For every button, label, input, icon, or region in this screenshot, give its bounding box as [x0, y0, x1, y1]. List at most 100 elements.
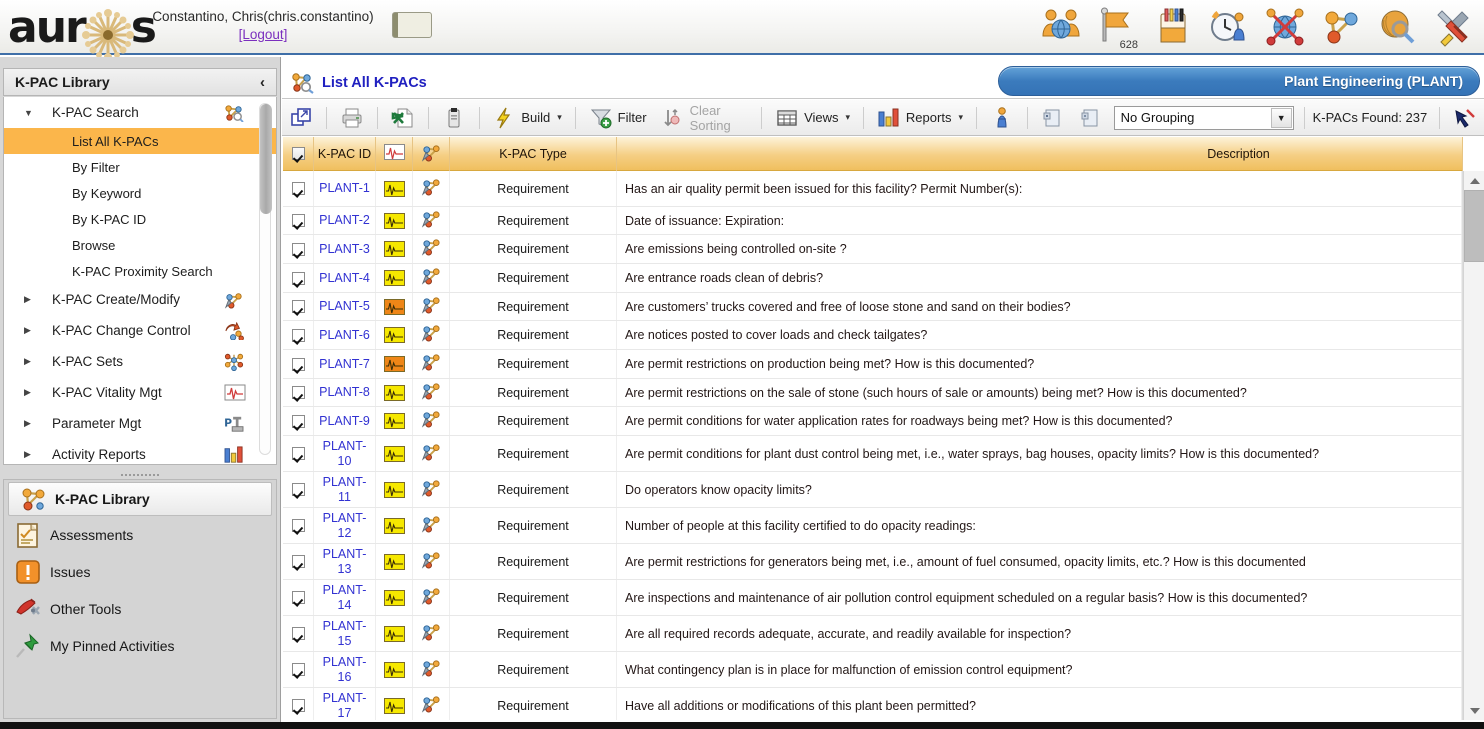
collapse-all-button[interactable] [1072, 103, 1110, 133]
kpac-icon[interactable] [421, 658, 442, 682]
tree-group-activity-reports[interactable]: ▶ Activity Reports [4, 439, 276, 464]
vitality-cell[interactable] [376, 407, 413, 435]
tree-group-kpac-search[interactable]: ▼ K-PAC Search [4, 97, 276, 128]
kpac-id-link[interactable]: PLANT- 12 [323, 511, 367, 540]
row-select-cell[interactable] [283, 321, 314, 349]
chevron-down-icon[interactable]: ▼ [1270, 107, 1292, 128]
kpac-open-cell[interactable] [413, 472, 450, 507]
kpac-icon[interactable] [421, 209, 442, 233]
chevron-down-icon[interactable]: ▾ [958, 112, 963, 123]
vitality-icon[interactable] [383, 327, 405, 343]
kpac-id-cell[interactable]: PLANT- 11 [314, 472, 376, 507]
row-select-cell[interactable] [283, 472, 314, 507]
tree-group-kpac-vitality-mgt[interactable]: ▶ K-PAC Vitality Mgt [4, 377, 276, 408]
clear-sorting-button[interactable]: Clear Sorting [654, 103, 756, 133]
tree-group-kpac-sets[interactable]: ▶ K-PAC Sets [4, 346, 276, 377]
sidebar-item-list-all-kpacs[interactable]: List All K-PACs [4, 128, 276, 154]
expand-all-button[interactable] [1034, 103, 1072, 133]
vitality-cell[interactable] [376, 235, 413, 263]
kpac-icon[interactable] [421, 409, 442, 433]
column-header-kpac[interactable] [413, 136, 450, 171]
row-checkbox[interactable] [291, 182, 305, 195]
kpac-id-link[interactable]: PLANT-2 [319, 213, 370, 227]
tree-group-kpac-change-control[interactable]: ▶ K-PAC Change Control [4, 315, 276, 346]
row-select-cell[interactable] [283, 379, 314, 406]
globe-network-icon[interactable] [1264, 6, 1306, 50]
table-row[interactable]: PLANT- 16 Requirement What contingency plan… [283, 652, 1462, 688]
row-select-cell[interactable] [283, 171, 314, 206]
table-row[interactable]: PLANT- 14 Requirement Are inspections and m… [283, 580, 1462, 616]
table-row[interactable]: PLANT- 11 Requirement Do operators know opa… [283, 472, 1462, 508]
vitality-icon[interactable] [383, 384, 405, 401]
table-row[interactable]: PLANT-6 Requirement Are notices posted to … [283, 321, 1462, 350]
vitality-icon[interactable] [383, 589, 405, 606]
kpac-open-cell[interactable] [413, 207, 450, 234]
sidebar-scroll-thumb[interactable] [260, 104, 272, 214]
row-checkbox[interactable] [291, 447, 305, 460]
kpac-icon[interactable] [421, 622, 442, 646]
row-checkbox[interactable] [291, 271, 305, 285]
table-row[interactable]: PLANT-4 Requirement Are entrance roads cle… [283, 264, 1462, 293]
vitality-icon[interactable] [383, 445, 405, 462]
kpac-icon[interactable] [421, 442, 442, 466]
row-checkbox[interactable] [291, 328, 305, 342]
table-row[interactable]: PLANT- 17 Requirement Have all additions or… [283, 688, 1462, 720]
kpac-open-cell[interactable] [413, 544, 450, 579]
vitality-cell[interactable] [376, 652, 413, 687]
sidebar-nav-other-tools[interactable]: Other Tools [4, 590, 276, 627]
tools-icon[interactable] [1432, 6, 1474, 50]
kpac-open-cell[interactable] [413, 436, 450, 471]
row-select-cell[interactable] [283, 616, 314, 651]
vitality-cell[interactable] [376, 688, 413, 720]
tree-group-kpac-create-modify[interactable]: ▶ K-PAC Create/Modify [4, 284, 276, 315]
kpac-id-cell[interactable]: PLANT-7 [314, 350, 376, 378]
kpac-icon[interactable] [421, 550, 442, 574]
kpac-id-cell[interactable]: PLANT- 14 [314, 580, 376, 615]
vitality-cell[interactable] [376, 264, 413, 292]
kpac-icon[interactable] [421, 237, 442, 261]
kpac-node-icon[interactable] [1320, 6, 1362, 50]
build-button[interactable]: Build ▾ [485, 103, 568, 133]
kpac-open-cell[interactable] [413, 688, 450, 720]
column-header-kpac-type[interactable]: K-PAC Type [450, 136, 617, 171]
person-button[interactable] [983, 103, 1021, 133]
column-header-description[interactable]: Description [617, 136, 1463, 171]
table-row[interactable]: PLANT-3 Requirement Are emissions being co… [283, 235, 1462, 264]
reports-button[interactable]: Reports ▾ [870, 103, 970, 133]
sidebar-item-by-filter[interactable]: By Filter [4, 154, 276, 180]
row-select-cell[interactable] [283, 293, 314, 320]
views-button[interactable]: Views ▾ [768, 103, 857, 133]
kpac-icon[interactable] [421, 694, 442, 718]
kpac-id-link[interactable]: PLANT-7 [319, 357, 370, 371]
kpac-open-cell[interactable] [413, 171, 450, 206]
clear-all-button[interactable] [1446, 103, 1484, 133]
vitality-cell[interactable] [376, 379, 413, 406]
table-row[interactable]: PLANT-8 Requirement Are permit restriction… [283, 379, 1462, 407]
column-header-vitality[interactable] [376, 136, 413, 171]
sidebar-item-kpac-proximity-search[interactable]: K-PAC Proximity Search [4, 258, 276, 284]
sidebar-nav-my-pinned-activities[interactable]: My Pinned Activities [4, 627, 276, 664]
row-select-cell[interactable] [283, 235, 314, 263]
kpac-id-link[interactable]: PLANT-8 [319, 385, 370, 399]
kpac-id-cell[interactable]: PLANT- 16 [314, 652, 376, 687]
table-row[interactable]: PLANT-9 Requirement Are permit conditions … [283, 407, 1462, 436]
sidebar-collapse-icon[interactable]: ‹ [260, 74, 265, 91]
column-header-kpac-id[interactable]: K-PAC ID [314, 136, 376, 171]
kpac-icon[interactable] [421, 266, 442, 290]
kpac-id-link[interactable]: PLANT-4 [319, 271, 370, 285]
table-row[interactable]: PLANT-1 Requirement Has an air quality per… [283, 171, 1462, 207]
vitality-icon[interactable] [383, 697, 405, 714]
kpac-id-link[interactable]: PLANT-6 [319, 328, 370, 342]
kpac-id-cell[interactable]: PLANT-1 [314, 171, 376, 206]
row-select-cell[interactable] [283, 544, 314, 579]
row-select-cell[interactable] [283, 350, 314, 378]
row-checkbox[interactable] [291, 414, 305, 428]
kpac-id-cell[interactable]: PLANT-5 [314, 293, 376, 320]
row-checkbox[interactable] [291, 591, 305, 604]
kpac-open-cell[interactable] [413, 379, 450, 406]
vitality-cell[interactable] [376, 293, 413, 320]
kpac-open-cell[interactable] [413, 580, 450, 615]
vitality-icon[interactable] [383, 356, 405, 372]
row-checkbox[interactable] [291, 627, 305, 640]
kpac-id-link[interactable]: PLANT- 15 [323, 619, 367, 648]
